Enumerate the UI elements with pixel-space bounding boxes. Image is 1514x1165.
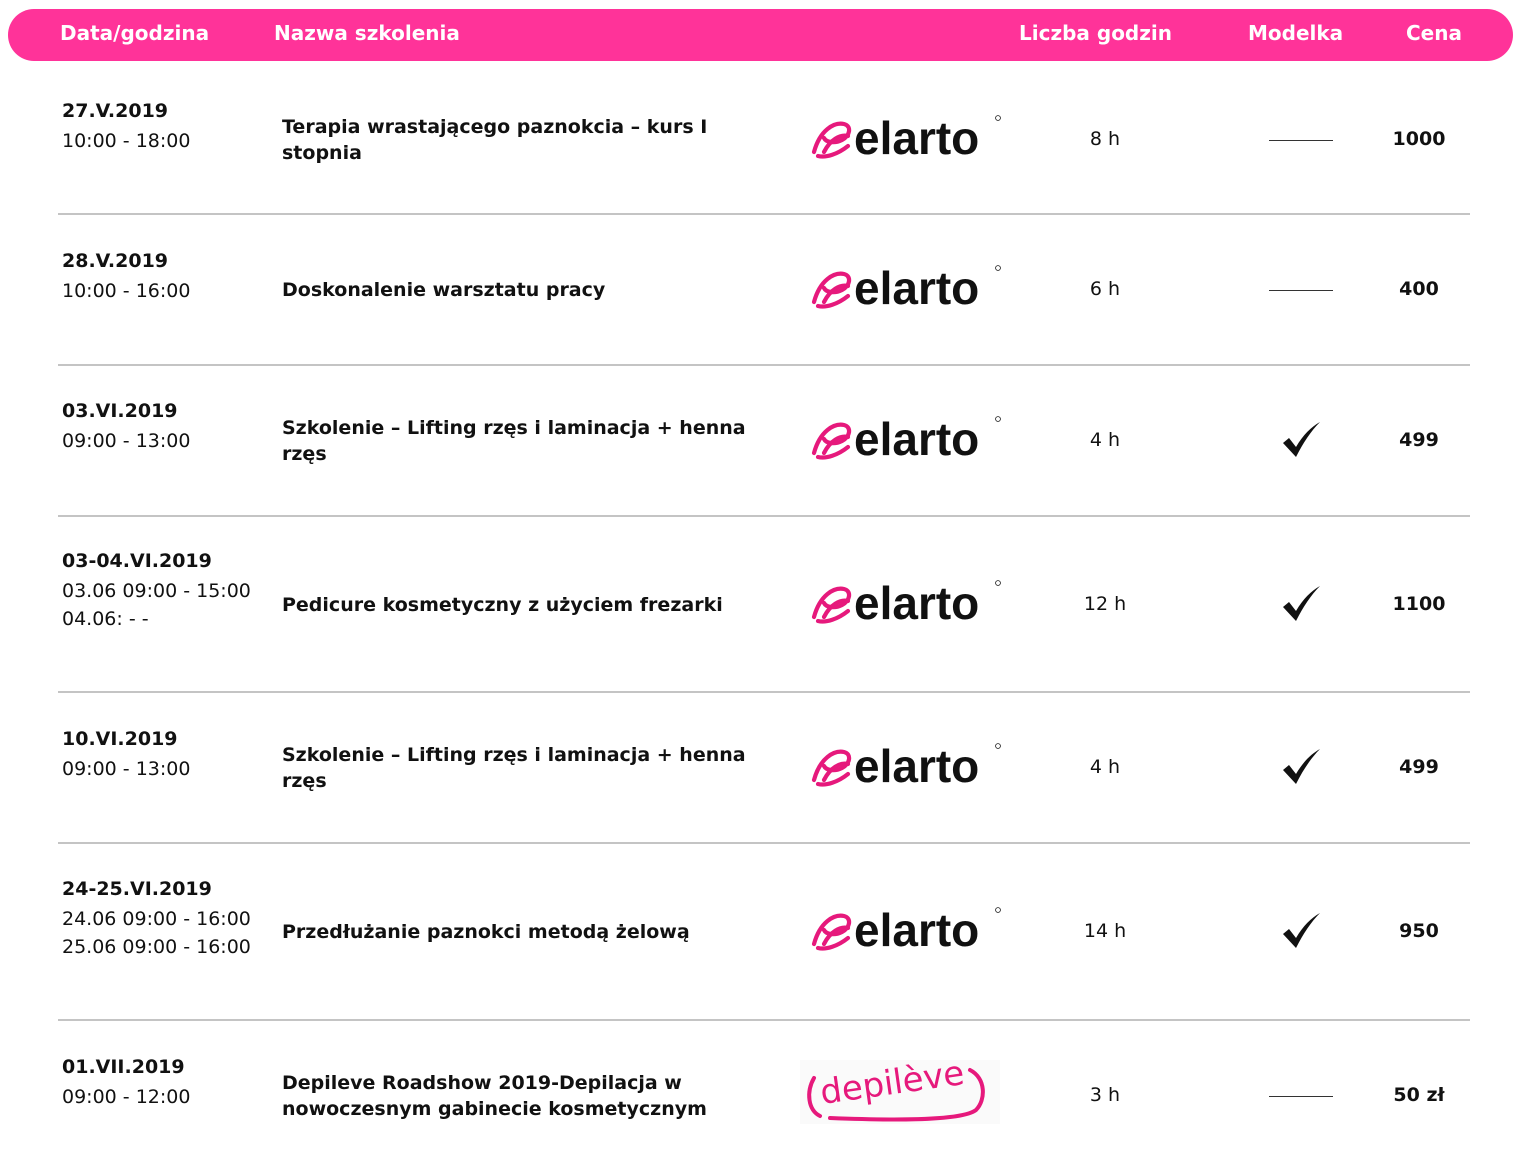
hours-value: 12 h — [1083, 593, 1127, 615]
model-required — [1265, 421, 1337, 463]
hours-value: 8 h — [1089, 128, 1121, 150]
header-name: Nazwa szkolenia — [274, 21, 460, 45]
elarto-logo: elarto — [810, 112, 1002, 166]
svg-text:elarto: elarto — [854, 740, 979, 790]
hours-value: 4 h — [1089, 429, 1121, 451]
hours-value: 3 h — [1089, 1084, 1121, 1106]
dash-icon — [1269, 290, 1333, 291]
training-name: Pedicure kosmetyczny z użyciem frezarki — [282, 594, 723, 616]
date-label: 03-04.VI.2019 — [62, 550, 212, 572]
model-required — [1265, 585, 1337, 627]
price-value: 50 zł — [1393, 1084, 1445, 1106]
elarto-logo-icon: elarto — [811, 262, 1001, 314]
date-label: 10.VI.2019 — [62, 728, 178, 750]
svg-text:elarto: elarto — [854, 413, 979, 463]
svg-text:elarto: elarto — [854, 577, 979, 627]
svg-text:elarto: elarto — [854, 262, 979, 312]
training-name: Doskonalenie warsztatu pracy — [282, 279, 606, 301]
price-value: 1100 — [1392, 593, 1446, 615]
model-not-required — [1265, 288, 1337, 292]
header-price: Cena — [1406, 21, 1462, 45]
date-label: 28.V.2019 — [62, 250, 169, 272]
hours-value: 4 h — [1089, 756, 1121, 778]
time-label: 25.06 09:00 - 16:00 — [62, 936, 251, 958]
checkmark-icon — [1283, 913, 1320, 948]
price-value: 499 — [1399, 429, 1439, 451]
elarto-logo-icon: elarto — [811, 577, 1001, 629]
date-label: 24-25.VI.2019 — [62, 878, 212, 900]
header-hours: Liczba godzin — [1019, 21, 1172, 45]
model-required — [1265, 912, 1337, 954]
elarto-logo-icon: elarto — [811, 904, 1001, 956]
training-name: Depileve Roadshow 2019-Depilacja w nowoc… — [282, 1072, 707, 1120]
time-label: 09:00 - 13:00 — [62, 758, 191, 780]
checkmark-icon — [1283, 586, 1320, 621]
elarto-logo: elarto — [810, 413, 1002, 467]
hours-value: 14 h — [1083, 920, 1127, 942]
row-divider — [58, 515, 1470, 517]
depileve-logo: depilève — [800, 1053, 1000, 1128]
price-value: 400 — [1399, 278, 1439, 300]
training-name: Przedłużanie paznokci metodą żelową — [282, 921, 690, 943]
price-value: 950 — [1399, 920, 1439, 942]
time-label: 03.06 09:00 - 15:00 — [62, 580, 251, 602]
price-value: 499 — [1399, 756, 1439, 778]
time-label: 10:00 - 16:00 — [62, 280, 191, 302]
elarto-logo-icon: elarto — [811, 413, 1001, 465]
svg-text:elarto: elarto — [854, 904, 979, 954]
date-label: 27.V.2019 — [62, 100, 169, 122]
training-name: Szkolenie – Lifting rzęs i laminacja + h… — [282, 744, 746, 792]
svg-text:elarto: elarto — [854, 112, 979, 162]
model-not-required — [1265, 1094, 1337, 1098]
time-label: 24.06 09:00 - 16:00 — [62, 908, 251, 930]
date-label: 03.VI.2019 — [62, 400, 178, 422]
elarto-logo: elarto — [810, 262, 1002, 316]
row-divider — [58, 691, 1470, 693]
dash-icon — [1269, 1096, 1333, 1097]
row-divider — [58, 1019, 1470, 1021]
dash-icon — [1269, 140, 1333, 141]
time-label: 10:00 - 18:00 — [62, 130, 191, 152]
header-model: Modelka — [1248, 21, 1344, 45]
elarto-logo: elarto — [810, 577, 1002, 631]
time-label: 09:00 - 12:00 — [62, 1086, 191, 1108]
training-name: Szkolenie – Lifting rzęs i laminacja + h… — [282, 417, 746, 465]
model-not-required — [1265, 138, 1337, 142]
elarto-logo-icon: elarto — [811, 740, 1001, 792]
row-divider — [58, 364, 1470, 366]
model-required — [1265, 748, 1337, 790]
elarto-logo-icon: elarto — [811, 112, 1001, 164]
date-label: 01.VII.2019 — [62, 1056, 185, 1078]
table-header: Data/godzina Nazwa szkolenia Liczba godz… — [8, 9, 1513, 61]
time-label: 04.06: - - — [62, 608, 149, 630]
row-divider — [58, 213, 1470, 215]
checkmark-icon — [1283, 749, 1320, 784]
header-date: Data/godzina — [60, 21, 210, 45]
price-value: 1000 — [1392, 128, 1446, 150]
time-label: 09:00 - 13:00 — [62, 430, 191, 452]
depileve-logo-icon: depilève — [800, 1053, 1000, 1124]
training-name: Terapia wrastającego paznokcia – kurs I … — [282, 116, 708, 164]
hours-value: 6 h — [1089, 278, 1121, 300]
checkmark-icon — [1283, 422, 1320, 457]
elarto-logo: elarto — [810, 904, 1002, 958]
row-divider — [58, 842, 1470, 844]
elarto-logo: elarto — [810, 740, 1002, 794]
